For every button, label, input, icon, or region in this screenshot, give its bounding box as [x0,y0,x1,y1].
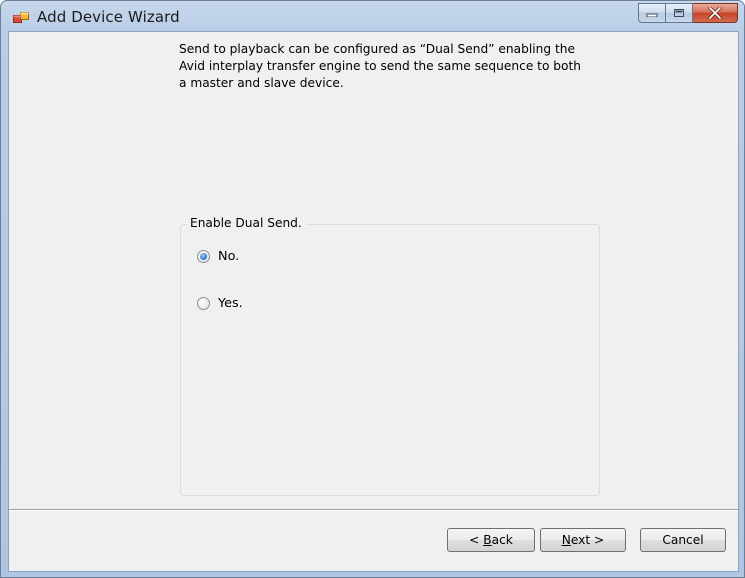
minimize-button[interactable] [638,3,666,23]
next-label-rest: ext > [570,533,605,547]
wizard-window-icon [13,12,29,23]
title-bar[interactable]: Add Device Wizard [1,1,744,35]
cancel-button[interactable]: Cancel [640,528,726,552]
next-label-mnemonic: N [561,533,571,547]
minimize-icon [646,13,658,17]
radio-option-yes[interactable]: Yes. [197,296,243,311]
window-title: Add Device Wizard [37,8,180,26]
back-label-prefix: < [469,533,484,547]
footer-separator [9,509,738,511]
back-label-rest: ack [491,533,513,547]
next-button[interactable]: Next > [540,528,626,552]
close-button[interactable] [693,3,738,23]
radio-button-no[interactable] [197,250,210,263]
maximize-button[interactable] [666,3,693,23]
description-text: Send to playback can be configured as “D… [179,42,581,90]
radio-label-yes[interactable]: Yes. [218,296,243,311]
back-button[interactable]: < Back [447,528,535,552]
close-icon [708,7,722,19]
wizard-page: Send to playback can be configured as “D… [8,31,739,572]
wizard-window: Add Device Wizard Send to playback can b… [0,0,745,578]
radio-label-no[interactable]: No. [218,249,239,264]
radio-option-no[interactable]: No. [197,249,239,264]
caption-buttons [638,3,738,23]
back-label-mnemonic: B [483,533,492,547]
radio-button-yes[interactable] [197,297,210,310]
maximize-icon [674,9,684,17]
groupbox-legend: Enable Dual Send. [187,216,306,230]
dual-send-groupbox: Enable Dual Send. No. Yes. [180,216,600,496]
